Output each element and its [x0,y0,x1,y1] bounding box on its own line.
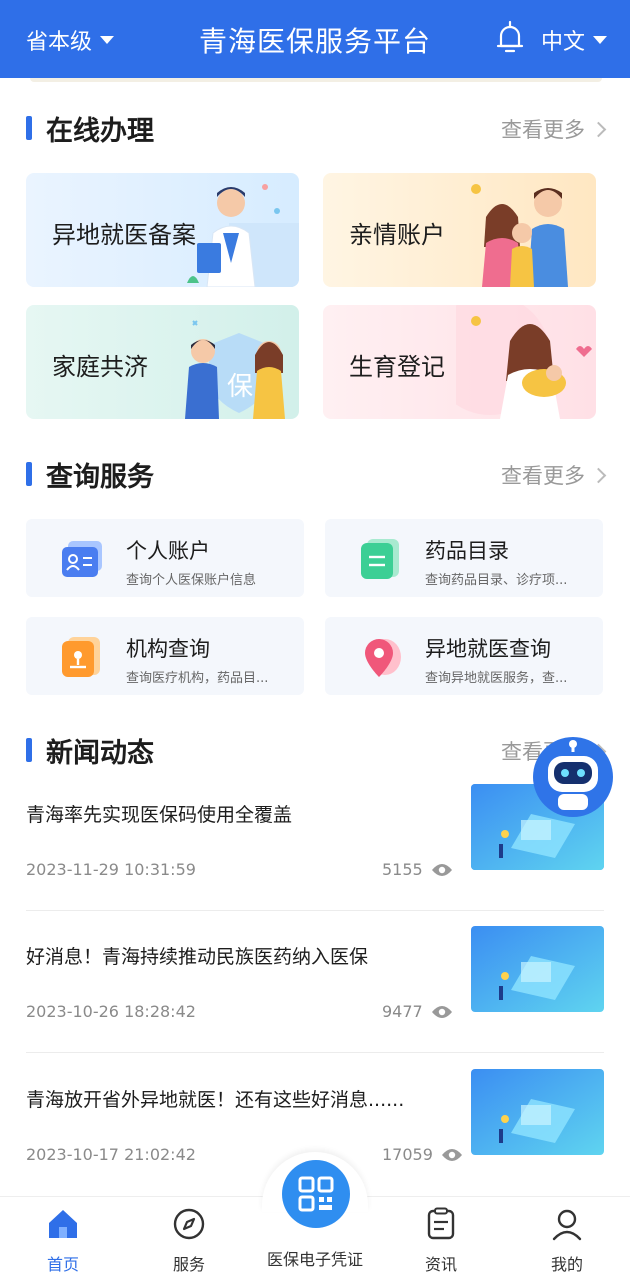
card-birth-registration[interactable]: 生育登记 [323,305,596,419]
online-section-title: 在线办理 [46,115,154,147]
language-label: 中文 [541,30,586,55]
svg-text:保: 保 [227,372,253,402]
eye-icon [431,1005,452,1018]
qr-code-icon [298,1176,334,1212]
nav-service[interactable]: 服务 [144,1207,234,1275]
bell-icon[interactable] [496,20,524,56]
nav-home[interactable]: 首页 [18,1207,108,1275]
user-icon [552,1209,582,1241]
list-document-icon [361,539,399,579]
card-family-mutual-aid[interactable]: 保 家庭共济 [26,305,299,419]
section-accent-bar [26,116,32,140]
query-desc: 查询药品目录、诊疗项... [425,573,568,588]
card-label: 亲情账户 [349,221,445,249]
news-section-header: 新闻动态 查看更多 [26,730,607,770]
news-title: 青海放开省外异地就医！还有这些好消息...... [26,1089,405,1111]
news-views: 5155 [382,860,453,879]
views-count: 9477 [382,1002,423,1021]
news-views: 9477 [382,1002,453,1021]
online-more-link[interactable]: 查看更多 [501,114,607,144]
query-personal-account[interactable]: 个人账户 查询个人医保账户信息 [26,519,304,597]
app-screen: 省本级 青海医保服务平台 中文 在线办理 查看更多 异地就医备案 亲情账户 保 … [0,0,630,1280]
card-label: 异地就医备案 [52,221,196,249]
caret-down-icon [593,36,608,44]
center-button-label: 医保电子凭证 [266,1250,363,1269]
query-remote-medical[interactable]: 异地就医查询 查询异地就医服务，查... [325,617,603,695]
news-thumbnail [471,1069,604,1155]
family-illustration [471,184,568,287]
nav-label: 首页 [46,1255,79,1274]
robot-assistant-icon[interactable] [532,736,614,818]
banner-edge [30,78,602,82]
query-institution[interactable]: 机构查询 查询医疗机构，药品目... [26,617,304,695]
news-date: 2023-11-29 10:31:59 [26,860,196,879]
card-label: 生育登记 [349,353,445,381]
news-title: 青海率先实现医保码使用全覆盖 [26,804,293,826]
app-title: 青海医保服务平台 [198,25,431,58]
eye-icon [441,1148,462,1161]
query-section-title: 查询服务 [46,461,154,493]
medical-e-voucher-button[interactable] [282,1160,350,1228]
home-icon [49,1210,77,1238]
online-section-header: 在线办理 查看更多 [26,108,607,148]
news-section-title: 新闻动态 [46,737,154,769]
nav-label: 资讯 [424,1255,457,1274]
nav-news[interactable]: 资讯 [396,1207,486,1275]
section-accent-bar [26,462,32,486]
query-drug-catalog[interactable]: 药品目录 查询药品目录、诊疗项... [325,519,603,597]
query-more-link[interactable]: 查看更多 [501,460,607,490]
institution-icon [62,637,100,677]
nav-label: 我的 [550,1255,583,1274]
card-remote-filing[interactable]: 异地就医备案 [26,173,299,287]
more-label: 查看更多 [501,464,585,488]
couple-shield-illustration: 保 [185,320,285,419]
eye-icon [431,863,452,876]
query-section-header: 查询服务 查看更多 [26,454,607,494]
query-desc: 查询异地就医服务，查... [425,671,568,686]
mother-baby-illustration [456,305,592,419]
nav-label: 服务 [172,1255,205,1274]
query-desc: 查询个人医保账户信息 [126,573,257,588]
news-item[interactable]: 好消息！青海持续推动民族医药纳入医保 2023-10-26 18:28:42 9… [26,926,604,1084]
news-item[interactable]: 青海率先实现医保码使用全覆盖 2023-11-29 10:31:59 5155 [26,784,604,942]
views-count: 5155 [382,860,423,879]
news-thumbnail [471,926,604,1012]
query-title: 个人账户 [126,539,210,563]
language-selector[interactable]: 中文 [541,24,608,56]
document-icon [427,1207,455,1240]
divider [26,1052,604,1053]
query-title: 机构查询 [126,637,210,661]
id-card-icon [62,541,102,577]
news-title: 好消息！青海持续推动民族医药纳入医保 [26,946,369,968]
nav-mine[interactable]: 我的 [522,1207,612,1275]
query-title: 药品目录 [425,539,509,563]
news-views: 17059 [382,1145,463,1164]
query-desc: 查询医疗机构，药品目... [126,671,269,686]
location-pin-icon [365,639,401,677]
section-accent-bar [26,738,32,762]
compass-icon [173,1208,205,1240]
news-date: 2023-10-26 18:28:42 [26,1002,196,1021]
divider [26,910,604,911]
top-header: 省本级 青海医保服务平台 中文 [0,0,630,78]
card-family-account[interactable]: 亲情账户 [323,173,596,287]
card-label: 家庭共济 [52,353,148,381]
news-date: 2023-10-17 21:02:42 [26,1145,196,1164]
more-label: 查看更多 [501,118,585,142]
chevron-right-icon [590,121,607,137]
chevron-right-icon [590,467,607,483]
views-count: 17059 [382,1145,433,1164]
query-title: 异地就医查询 [425,637,551,661]
